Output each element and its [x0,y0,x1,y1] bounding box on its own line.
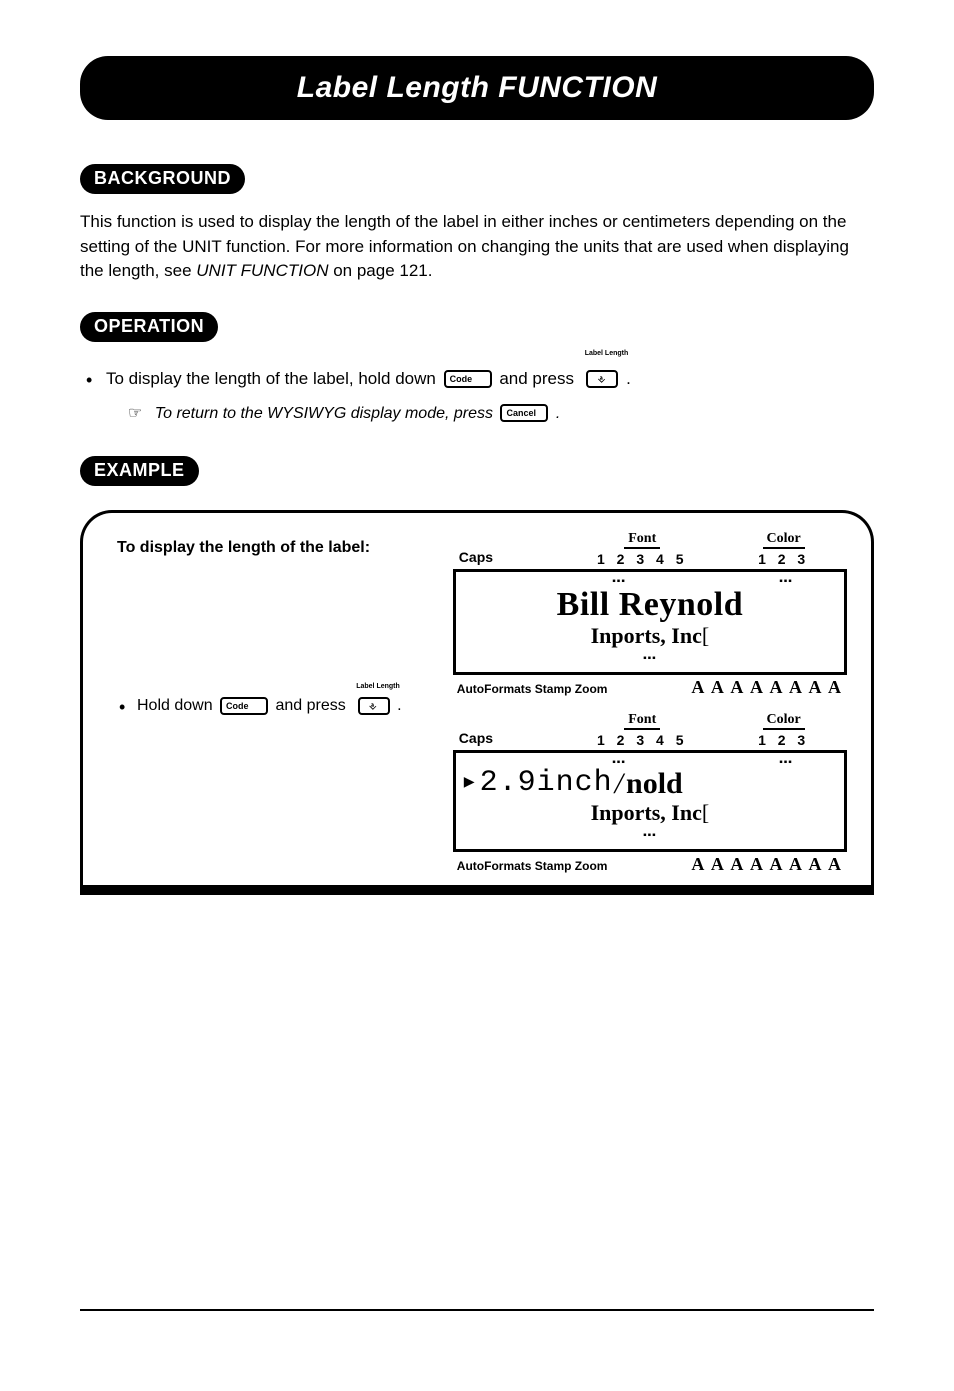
pointing-hand-icon: ☞ [128,401,142,427]
operation-step-1: To display the length of the label, hold… [84,364,874,395]
example-left-column: To display the length of the label: Hold… [107,531,453,875]
section-heading-example: EXAMPLE [80,456,199,486]
lcd2-color-label: Color [763,712,805,730]
lcd-display-before: Caps Font 1 2 3 4 5 Color 1 2 3 ▪▪▪ [453,531,847,698]
lcd2-marker2-icon: ▪▪▪ [779,757,793,768]
lcd2-sep: / [615,768,624,800]
lcd1-bottom-labels: AutoFormats Stamp Zoom [457,682,608,696]
lcd2-length-value: 2.9inch [480,768,613,800]
key-cancel: Cancel [500,404,548,422]
lcd2-line2: Inports, Inc[ [462,800,838,825]
background-text-post: on page 121. [328,261,432,280]
lcd1-font-label: Font [624,531,660,549]
lcd1-caps-label: Caps [459,549,558,567]
lcd2-bottom-labels: AutoFormats Stamp Zoom [457,859,608,873]
operation-steps: To display the length of the label, hold… [80,364,874,395]
lcd2-frame: ▪▪▪ ▪▪▪ ▶ 2.9inch / nold Inports, Inc[ [453,750,847,852]
lcd1-frame: ▪▪▪ ▪▪▪ Bill Reynold Inports, Inc[ ▪▪▪ [453,569,847,675]
ex-step-end: . [397,697,401,714]
lcd1-line1: Bill Reynold [462,587,838,623]
lcd1-line2: Inports, Inc[ [462,623,838,648]
lcd2-marker3-icon: ▪▪▪ [643,830,657,841]
lcd1-marker2-icon: ▪▪▪ [779,576,793,587]
example-intro: To display the length of the label: [117,539,453,557]
background-ref: UNIT FUNCTION [196,261,328,280]
lcd2-caps-label: Caps [459,730,558,748]
section-heading-background: BACKGROUND [80,164,245,194]
lcd2-line1-rest: nold [626,768,683,800]
operation-note: ☞ To return to the WYSIWYG display mode,… [80,401,874,427]
lcd1-cursor-icon: [ [702,623,709,648]
lcd1-color-values: 1 2 3 [758,551,809,567]
lcd2-color-values: 1 2 3 [758,732,809,748]
key-code: Code [444,370,492,388]
lcd2-line2-text: Inports, Inc [591,800,702,825]
lcd2-line1: ▶ 2.9inch / nold [462,768,838,800]
example-box: To display the length of the label: Hold… [80,510,874,887]
lcd1-color-label: Color [763,531,805,549]
op1-text-mid: and press [499,369,578,388]
lcd2-font-values: 1 2 3 4 5 [597,732,688,748]
manual-page: Label Length FUNCTION BACKGROUND This fu… [0,0,954,1391]
op1-text-pre: To display the length of the label, hold… [106,369,441,388]
lcd1-line2-text: Inports, Inc [591,623,702,648]
key-label-length: ⎀ [586,370,618,388]
ex-step-mid: and press [276,697,351,714]
key-label-length-2: ⎀ [358,697,390,715]
section-heading-operation: OPERATION [80,312,218,342]
note-text-pre: To return to the WYSIWYG display mode, p… [155,405,498,422]
key-code-2: Code [220,697,268,715]
example-right-column: Caps Font 1 2 3 4 5 Color 1 2 3 ▪▪▪ [453,531,847,875]
lcd-display-after: Caps Font 1 2 3 4 5 Color 1 2 3 ▪▪▪ [453,712,847,875]
ex-step-pre: Hold down [137,697,217,714]
note-text-end: . [556,405,560,422]
op1-text-end: . [626,369,631,388]
lcd1-marker3-icon: ▪▪▪ [643,653,657,664]
page-title-banner: Label Length FUNCTION [80,56,874,120]
lcd1-font-values: 1 2 3 4 5 [597,551,688,567]
lcd2-style-samples: A A A A A A A A [691,854,843,875]
lcd2-cursor-icon: [ [702,800,709,825]
footer-divider [80,1309,874,1311]
lcd2-play-icon: ▶ [464,774,476,793]
lcd2-font-label: Font [624,712,660,730]
page-title: Label Length FUNCTION [297,71,657,105]
lcd1-style-samples: A A A A A A A A [691,677,843,698]
background-paragraph: This function is used to display the len… [80,210,874,284]
example-step-1: Hold down Code and press Label Length ⎀ … [117,697,453,715]
